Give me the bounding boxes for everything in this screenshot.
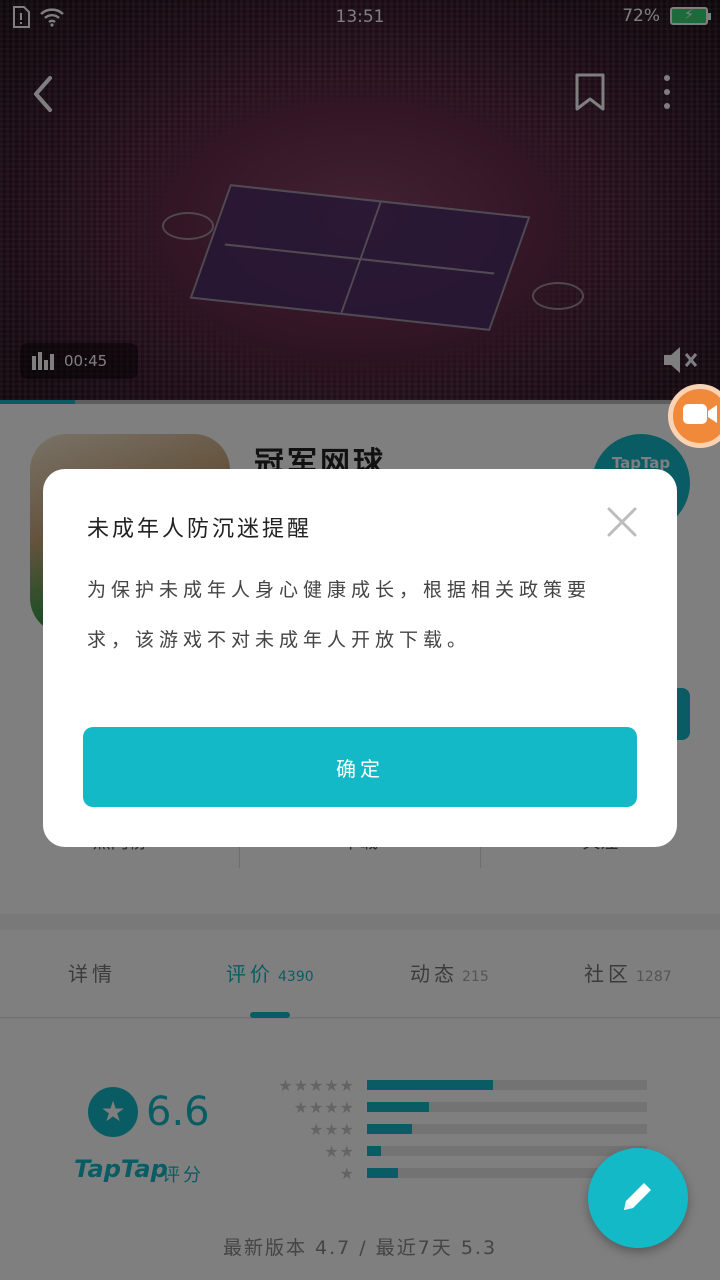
confirm-button[interactable]: 确定 [83,727,637,807]
anti-addiction-dialog: 未成年人防沉迷提醒 为保护未成年人身心健康成长，根据相关政策要求，该游戏不对未成… [43,469,677,847]
video-camera-icon [682,401,718,431]
dialog-message: 为保护未成年人身心健康成长，根据相关政策要求，该游戏不对未成年人开放下载。 [87,579,592,651]
write-review-button[interactable] [588,1148,688,1248]
close-icon[interactable] [605,505,639,539]
pencil-icon [618,1176,658,1220]
dialog-title: 未成年人防沉迷提醒 [87,517,313,542]
